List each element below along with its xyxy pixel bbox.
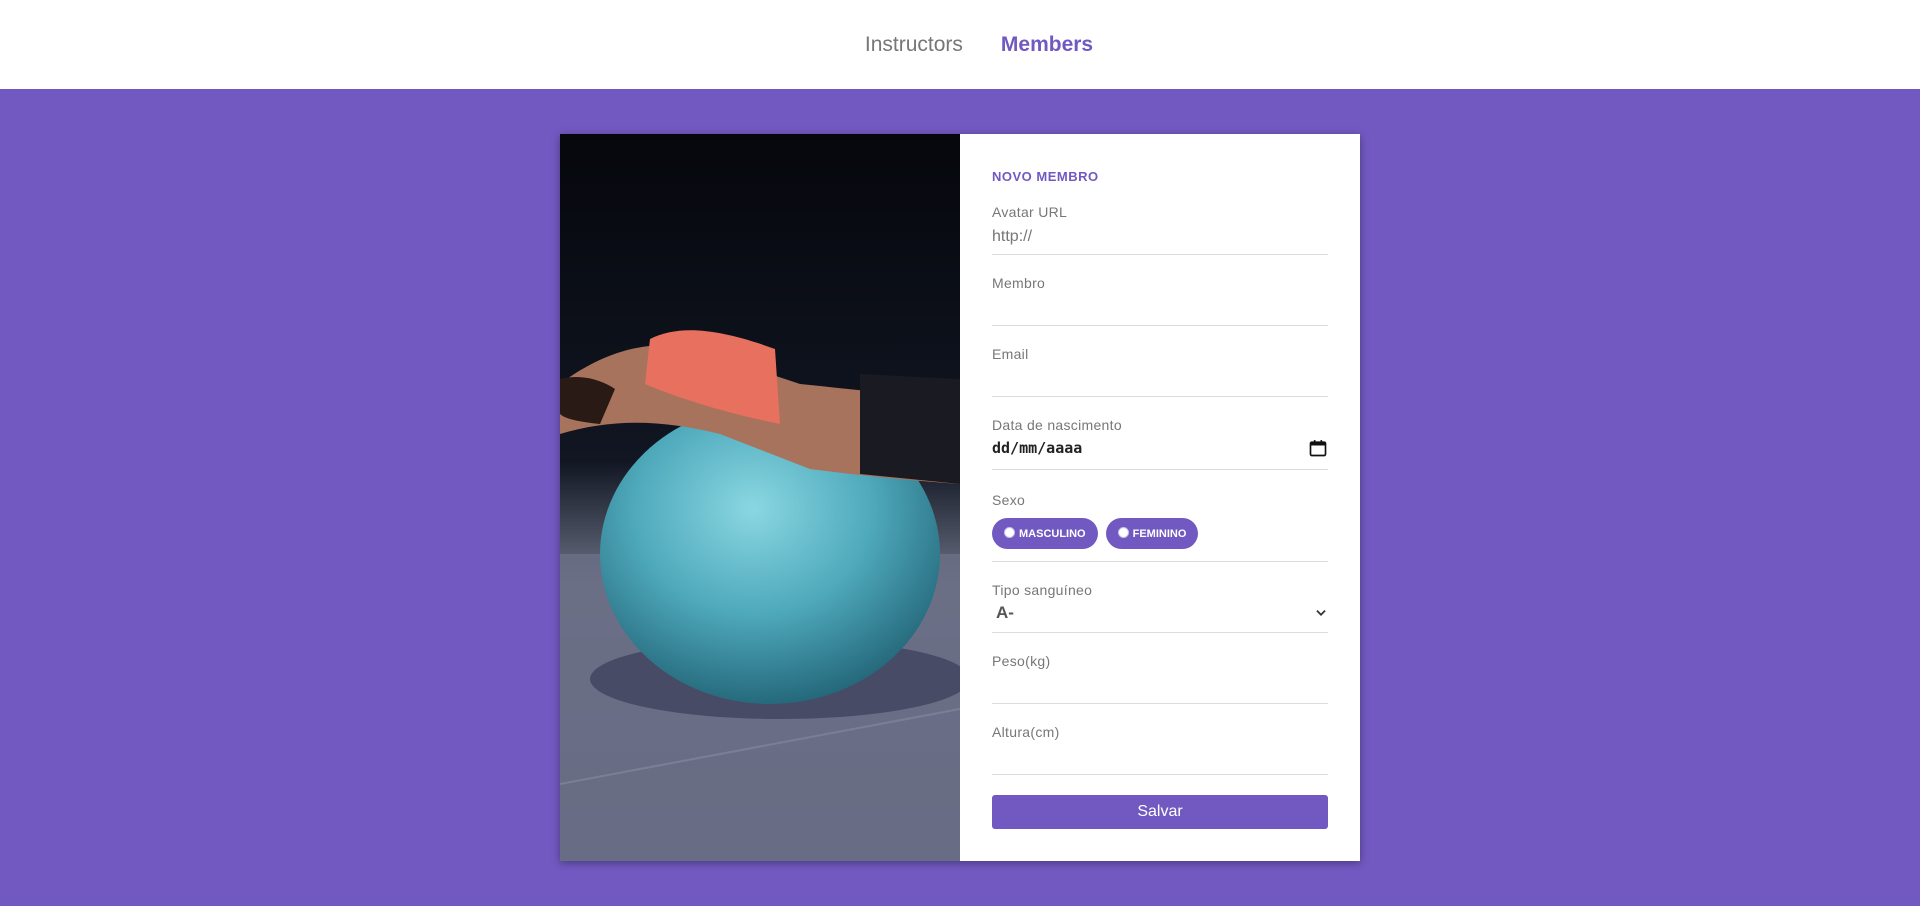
member-name-field: Membro xyxy=(992,275,1328,326)
avatar-url-input[interactable] xyxy=(992,220,1328,254)
weight-input[interactable] xyxy=(992,669,1328,703)
email-label: Email xyxy=(992,346,1029,362)
birth-date-input[interactable]: dd/mm/aaaa xyxy=(992,433,1328,463)
height-label: Altura(cm) xyxy=(992,724,1060,740)
radio-male[interactable] xyxy=(1004,526,1015,538)
weight-field: Peso(kg) xyxy=(992,653,1328,704)
member-name-label: Membro xyxy=(992,275,1046,291)
blood-type-field: Tipo sanguíneo A- xyxy=(992,582,1328,633)
nav-links: Instructors Members xyxy=(865,34,1093,55)
gender-option-male[interactable]: MASCULINO xyxy=(992,518,1098,549)
top-nav: Instructors Members xyxy=(0,0,1920,89)
avatar-url-label: Avatar URL xyxy=(992,204,1068,220)
birth-date-field: Data de nascimento dd/mm/aaaa xyxy=(992,417,1328,470)
nav-link-instructors[interactable]: Instructors xyxy=(865,34,963,55)
calendar-icon[interactable] xyxy=(1308,438,1328,458)
birth-date-placeholder: dd/mm/aaaa xyxy=(992,439,1083,457)
chevron-down-icon[interactable] xyxy=(1314,606,1328,620)
gender-field: Sexo MASCULINO FEMININO xyxy=(992,492,1328,562)
blood-type-label: Tipo sanguíneo xyxy=(992,582,1093,598)
email-field: Email xyxy=(992,346,1328,397)
weight-label: Peso(kg) xyxy=(992,653,1051,669)
nav-link-members[interactable]: Members xyxy=(1001,34,1093,55)
email-input[interactable] xyxy=(992,362,1328,396)
new-member-card: NOVO MEMBRO Avatar URL Membro Email Data… xyxy=(560,134,1360,861)
avatar-url-field: Avatar URL xyxy=(992,204,1328,255)
hero-photo xyxy=(560,134,960,861)
form-title: NOVO MEMBRO xyxy=(992,169,1099,184)
gender-option-female[interactable]: FEMININO xyxy=(1105,518,1199,549)
gender-options: MASCULINO FEMININO xyxy=(992,518,1328,549)
member-form: NOVO MEMBRO Avatar URL Membro Email Data… xyxy=(960,134,1360,861)
blood-type-select[interactable]: A- xyxy=(992,598,1328,628)
gender-label: Sexo xyxy=(992,492,1026,508)
blood-type-value: A- xyxy=(996,603,1014,622)
height-input[interactable] xyxy=(992,740,1328,774)
save-button[interactable]: Salvar xyxy=(992,795,1328,829)
height-field: Altura(cm) xyxy=(992,724,1328,775)
radio-female[interactable] xyxy=(1117,526,1129,538)
gender-option-male-label: MASCULINO xyxy=(1019,527,1086,540)
member-name-input[interactable] xyxy=(992,291,1328,325)
gender-option-female-label: FEMININO xyxy=(1132,527,1187,540)
fitness-ball-illustration xyxy=(560,134,960,861)
birth-date-label: Data de nascimento xyxy=(992,417,1122,433)
